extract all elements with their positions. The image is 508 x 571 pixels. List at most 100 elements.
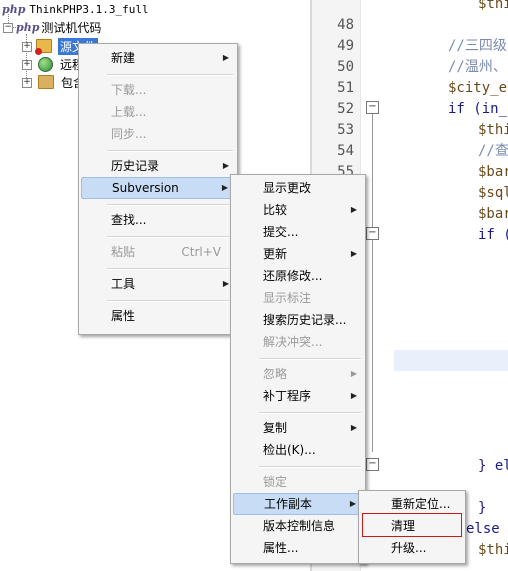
menu-item-label: 复制 xyxy=(263,421,288,435)
menu-item-subversion[interactable]: Subversion ▶ xyxy=(81,177,235,199)
code-line: if ( xyxy=(478,227,508,243)
submenu-arrow-icon: ▶ xyxy=(350,369,357,378)
code-line: $bar xyxy=(478,164,508,180)
collapse-icon[interactable]: − xyxy=(3,23,13,33)
fold-toggle-icon[interactable]: − xyxy=(366,458,379,471)
menu-separator xyxy=(107,236,233,238)
menu-item-download[interactable]: 下载... xyxy=(81,79,235,101)
line-number: 53 xyxy=(337,122,354,138)
menu-item-resolve-conflicts[interactable]: 解决冲突... xyxy=(233,331,363,353)
menu-item-ignore[interactable]: 忽略 ▶ xyxy=(233,363,363,385)
tree-item-project[interactable]: php 测试机代码 xyxy=(16,18,101,36)
menu-item-label: 工具 xyxy=(111,277,136,291)
menu-item-patch[interactable]: 补丁程序 ▶ xyxy=(233,385,363,407)
menu-item-label: 更新 xyxy=(263,247,288,261)
menu-item-search-history[interactable]: 搜索历史记录... xyxy=(233,309,363,331)
fold-toggle-icon[interactable]: − xyxy=(366,227,379,240)
menu-item-label: 检出(K)... xyxy=(263,443,316,457)
menu-item-working-copy[interactable]: 工作副本 ▶ xyxy=(233,493,363,515)
menu-item-show-changes[interactable]: 显示更改 xyxy=(233,177,363,199)
expand-icon[interactable]: + xyxy=(22,78,32,88)
menu-item-history[interactable]: 历史记录 ▶ xyxy=(81,155,235,177)
code-line: else xyxy=(466,521,500,537)
menu-item-find[interactable]: 查找... xyxy=(81,209,235,231)
tree-item-root[interactable]: php ThinkPHP3.1.3_full xyxy=(2,0,149,18)
menu-separator xyxy=(259,358,361,360)
submenu-arrow-icon: ▶ xyxy=(350,391,357,400)
menu-item-label: 补丁程序 xyxy=(263,389,312,403)
menu-item-label: 锁定 xyxy=(263,475,288,489)
menu-item-label: 属性... xyxy=(263,541,299,555)
menu-item-paste[interactable]: 粘贴 Ctrl+V xyxy=(81,241,235,263)
code-line: $thi xyxy=(478,542,508,558)
code-line: $sql xyxy=(478,185,508,201)
menu-item-label: 查找... xyxy=(111,213,147,227)
highlight-box xyxy=(362,513,462,537)
menu-item-label: 忽略 xyxy=(263,367,288,381)
menu-item-upgrade[interactable]: 升级... xyxy=(361,537,463,559)
menu-item-label: 上载... xyxy=(111,105,147,119)
code-line: } xyxy=(478,500,487,516)
php-project-icon: php xyxy=(2,2,26,16)
menu-item-show-annotations[interactable]: 显示标注 xyxy=(233,287,363,309)
code-line: if (in_ xyxy=(448,101,508,117)
menu-item-relocate[interactable]: 重新定位... xyxy=(361,493,463,515)
menu-item-upload[interactable]: 上载... xyxy=(81,101,235,123)
line-number: 52 xyxy=(337,101,354,117)
code-line: $thi xyxy=(478,0,508,12)
submenu-arrow-icon: ▶ xyxy=(222,279,229,288)
menu-item-label: 显示更改 xyxy=(263,181,312,195)
menu-item-checkout[interactable]: 检出(K)... xyxy=(233,439,363,461)
expand-icon[interactable]: + xyxy=(22,60,32,70)
menu-item-lock[interactable]: 锁定 xyxy=(233,471,363,493)
fold-toggle-icon[interactable]: − xyxy=(366,101,379,114)
menu-separator xyxy=(107,74,233,76)
menu-item-label: 升级... xyxy=(391,541,427,555)
menu-item-update[interactable]: 更新 ▶ xyxy=(233,243,363,265)
menu-item-label: Subversion xyxy=(112,181,179,195)
menu-item-label: 比较 xyxy=(263,203,288,217)
menu-item-sync[interactable]: 同步... xyxy=(81,123,235,145)
menu-item-revert[interactable]: 还原修改... xyxy=(233,265,363,287)
submenu-arrow-icon: ▶ xyxy=(349,499,356,508)
menu-separator xyxy=(259,466,361,468)
menu-item-commit[interactable]: 提交... xyxy=(233,221,363,243)
submenu-arrow-icon: ▶ xyxy=(350,423,357,432)
code-line: //查 xyxy=(478,143,508,159)
php-project-icon: php xyxy=(16,20,40,34)
current-line-highlight xyxy=(394,350,508,371)
subversion-submenu: 显示更改 比较 ▶ 提交... 更新 ▶ 还原修改... 显示标注 搜索历史记录… xyxy=(230,174,366,564)
menu-item-tools[interactable]: 工具 ▶ xyxy=(81,273,235,295)
menu-item-copy[interactable]: 复制 ▶ xyxy=(233,417,363,439)
source-folder-icon xyxy=(35,39,52,55)
code-line: $thi xyxy=(478,122,508,138)
submenu-arrow-icon: ▶ xyxy=(222,161,229,170)
menu-item-svn-properties[interactable]: 属性... xyxy=(233,537,363,559)
line-number: 51 xyxy=(337,80,354,96)
menu-item-label: 新建 xyxy=(111,51,136,65)
menu-item-diff[interactable]: 比较 ▶ xyxy=(233,199,363,221)
menu-item-label: 版本控制信息 xyxy=(263,519,336,533)
code-line: $city_e xyxy=(448,80,508,96)
globe-icon xyxy=(38,56,53,72)
svn-status-icon xyxy=(35,48,42,55)
menu-separator xyxy=(107,204,233,206)
fold-guide xyxy=(372,112,373,452)
menu-item-label: 同步... xyxy=(111,127,147,141)
menu-item-label: 解决冲突... xyxy=(263,335,323,349)
submenu-arrow-icon: ▶ xyxy=(350,205,357,214)
menu-item-label: 提交... xyxy=(263,225,299,239)
menu-separator xyxy=(259,412,361,414)
code-line: //三四级 xyxy=(448,38,507,54)
context-menu: 新建 ▶ 下载... 上载... 同步... 历史记录 ▶ Subversion… xyxy=(78,43,238,335)
submenu-arrow-icon: ▶ xyxy=(222,53,229,62)
menu-item-properties[interactable]: 属性 xyxy=(81,305,235,327)
line-number: 54 xyxy=(337,143,354,159)
code-line: $bar xyxy=(478,206,508,222)
tree-item-label: 测试机代码 xyxy=(41,20,102,35)
submenu-arrow-icon: ▶ xyxy=(350,249,357,258)
expand-icon[interactable]: + xyxy=(22,42,32,52)
menu-separator xyxy=(107,300,233,302)
menu-item-version-control-info[interactable]: 版本控制信息 xyxy=(233,515,363,537)
menu-item-new[interactable]: 新建 ▶ xyxy=(81,47,235,69)
